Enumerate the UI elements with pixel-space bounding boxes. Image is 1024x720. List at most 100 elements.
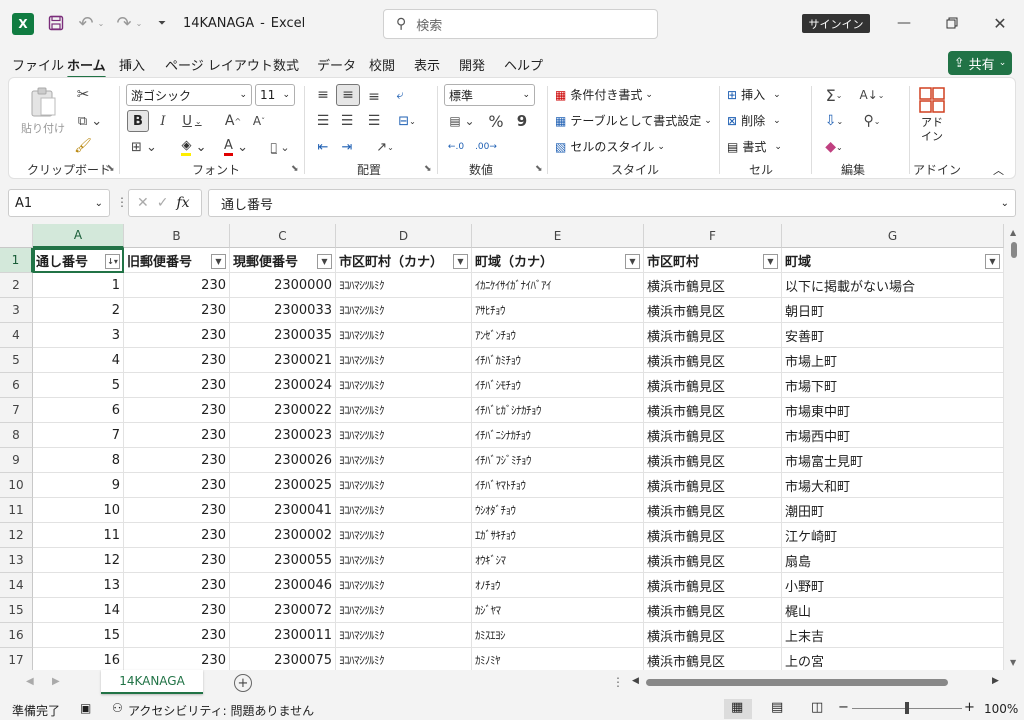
decrease-indent-icon[interactable]: ⇤ <box>312 136 334 158</box>
number-launcher-icon[interactable]: ⬊ <box>535 164 543 174</box>
restore-icon[interactable] <box>942 12 962 34</box>
table-cell[interactable]: 230 <box>124 448 230 473</box>
shrink-font-button[interactable]: Aˇ <box>249 110 269 132</box>
font-family-select[interactable]: 游ゴシック ⌄ <box>126 84 252 106</box>
table-cell[interactable]: 2300000 <box>230 273 336 298</box>
table-cell[interactable]: 2300033 <box>230 298 336 323</box>
row-header[interactable]: 10 <box>0 473 33 498</box>
column-header-d[interactable]: D <box>336 224 472 248</box>
table-cell[interactable]: ｱｻﾋﾁｮｳ <box>472 298 644 323</box>
table-cell[interactable]: ﾖｺﾊﾏｼﾂﾙﾐｸ <box>336 448 472 473</box>
enter-icon[interactable]: ✓ <box>157 195 169 211</box>
table-cell[interactable]: 1 <box>33 273 124 298</box>
tab-home[interactable]: ホーム <box>67 55 106 79</box>
signin-button[interactable]: サインイン <box>802 14 870 33</box>
number-format-select[interactable]: 標準 ⌄ <box>444 84 535 106</box>
table-cell[interactable]: 230 <box>124 473 230 498</box>
delete-cells-button[interactable]: ⊠ 削除 ⌄ <box>727 112 781 129</box>
decrease-decimal-icon[interactable]: .00→ <box>475 136 497 158</box>
accounting-format-icon[interactable]: ▤ ⌄ <box>445 110 479 132</box>
header-cell-col-g[interactable]: 町域 ▼ <box>782 248 1004 273</box>
table-cell[interactable]: 2300023 <box>230 423 336 448</box>
table-cell[interactable]: 2300035 <box>230 323 336 348</box>
tab-page-layout[interactable]: ページ レイアウト <box>165 55 273 74</box>
table-cell[interactable]: 2300022 <box>230 398 336 423</box>
format-cells-button[interactable]: ▤ 書式 ⌄ <box>727 138 782 155</box>
align-center-icon[interactable]: ☰ <box>336 110 358 132</box>
column-header-a[interactable]: A <box>33 224 124 248</box>
row-header[interactable]: 4 <box>0 323 33 348</box>
collapse-ribbon-icon[interactable]: ︿ <box>993 162 1004 178</box>
header-cell-col-c[interactable]: 現郵便番号 ▼ <box>230 248 336 273</box>
table-cell[interactable]: 安善町 <box>782 323 1004 348</box>
copy-icon[interactable]: ⧉ ⌄ <box>73 111 107 131</box>
row-header[interactable]: 14 <box>0 573 33 598</box>
table-cell[interactable]: 3 <box>33 323 124 348</box>
align-middle-icon[interactable]: ≡ <box>336 84 360 106</box>
redo-icon[interactable]: ↷ <box>114 13 134 34</box>
table-cell[interactable]: ﾖｺﾊﾏｼﾂﾙﾐｸ <box>336 598 472 623</box>
table-cell[interactable]: 2300025 <box>230 473 336 498</box>
table-cell[interactable]: 市場東中町 <box>782 398 1004 423</box>
table-cell[interactable]: ｲﾁﾊﾞﾔﾏﾄﾁｮｳ <box>472 473 644 498</box>
table-cell[interactable]: 市場大和町 <box>782 473 1004 498</box>
zoom-level[interactable]: 100% <box>984 702 1018 716</box>
table-cell[interactable]: ﾖｺﾊﾏｼﾂﾙﾐｸ <box>336 473 472 498</box>
filter-dropdown-icon[interactable]: ▼ <box>625 254 640 269</box>
sheet-tab-14kanaga[interactable]: 14KANAGA <box>101 670 203 694</box>
find-select-icon[interactable]: ⚲ ⌄ <box>857 110 887 132</box>
table-cell[interactable]: ﾖｺﾊﾏｼﾂﾙﾐｸ <box>336 273 472 298</box>
table-cell[interactable]: 横浜市鶴見区 <box>644 623 782 648</box>
table-cell[interactable]: 朝日町 <box>782 298 1004 323</box>
fill-color-icon[interactable]: ◈ ⌄ <box>177 136 211 158</box>
wrap-text-icon[interactable]: ⤶ <box>389 84 411 106</box>
scroll-up-icon[interactable]: ▲ <box>1010 228 1016 237</box>
table-cell[interactable]: ﾖｺﾊﾏｼﾂﾙﾐｸ <box>336 623 472 648</box>
format-painter-icon[interactable]: 🖌 <box>73 136 93 156</box>
orientation-icon[interactable]: ↗ ⌄ <box>367 136 403 158</box>
underline-button[interactable]: U ⌄ <box>177 110 207 132</box>
tab-view[interactable]: 表示 <box>414 55 440 74</box>
table-cell[interactable]: 230 <box>124 273 230 298</box>
autosum-icon[interactable]: Σ ⌄ <box>819 84 849 106</box>
undo-dropdown-icon[interactable]: ⌄ <box>96 15 106 31</box>
font-color-icon[interactable]: A ⌄ <box>219 136 253 158</box>
minimize-icon[interactable]: — <box>894 12 914 34</box>
table-cell[interactable]: 2300072 <box>230 598 336 623</box>
paste-button[interactable]: 貼り付け <box>21 86 65 136</box>
row-header[interactable]: 15 <box>0 598 33 623</box>
row-header[interactable]: 8 <box>0 423 33 448</box>
row-header[interactable]: 12 <box>0 523 33 548</box>
table-cell[interactable]: 横浜市鶴見区 <box>644 598 782 623</box>
scroll-down-icon[interactable]: ▼ <box>1010 658 1016 667</box>
table-cell[interactable]: 15 <box>33 623 124 648</box>
addins-button[interactable]: アド イン <box>915 86 949 144</box>
table-cell[interactable]: 上末吉 <box>782 623 1004 648</box>
table-cell[interactable]: 市場上町 <box>782 348 1004 373</box>
table-cell[interactable]: 230 <box>124 523 230 548</box>
table-cell[interactable]: ﾖｺﾊﾏｼﾂﾙﾐｸ <box>336 348 472 373</box>
table-cell[interactable]: 2300021 <box>230 348 336 373</box>
alignment-launcher-icon[interactable]: ⬊ <box>424 164 432 174</box>
table-cell[interactable]: 12 <box>33 548 124 573</box>
table-cell[interactable]: ｲｶﾆｹｲｻｲｶﾞﾅｲﾊﾞｱｲ <box>472 273 644 298</box>
table-cell[interactable]: 11 <box>33 523 124 548</box>
customize-toolbar-icon[interactable]: ⏷ <box>155 14 169 32</box>
clear-icon[interactable]: ◆ ⌄ <box>819 136 849 158</box>
column-header-g[interactable]: G <box>782 224 1004 248</box>
close-icon[interactable]: ✕ <box>990 12 1010 34</box>
table-cell[interactable]: 潮田町 <box>782 498 1004 523</box>
table-cell[interactable]: 230 <box>124 373 230 398</box>
table-cell[interactable]: 230 <box>124 623 230 648</box>
tab-splitter-icon[interactable]: ⋮ <box>612 675 624 689</box>
table-cell[interactable]: 2300024 <box>230 373 336 398</box>
table-cell[interactable]: 横浜市鶴見区 <box>644 298 782 323</box>
table-cell[interactable]: ﾖｺﾊﾏｼﾂﾙﾐｸ <box>336 548 472 573</box>
table-cell[interactable]: ｶﾐｽｴﾖｼ <box>472 623 644 648</box>
table-cell[interactable]: ｳｼｵﾀﾞﾁｮｳ <box>472 498 644 523</box>
row-header[interactable]: 13 <box>0 548 33 573</box>
row-header[interactable]: 7 <box>0 398 33 423</box>
table-cell[interactable]: 2300055 <box>230 548 336 573</box>
tab-insert[interactable]: 挿入 <box>119 55 145 74</box>
accessibility-icon[interactable]: ⚇ <box>112 701 123 715</box>
